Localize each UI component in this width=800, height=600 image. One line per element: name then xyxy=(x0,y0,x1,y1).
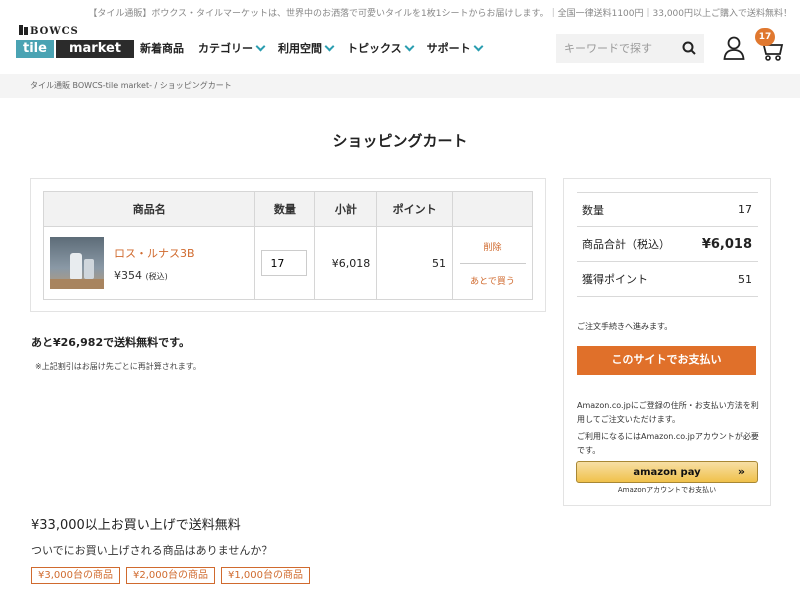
nav-item-label: 新着商品 xyxy=(140,42,184,55)
delete-link[interactable]: 削除 xyxy=(453,240,532,253)
chevron-down-icon xyxy=(473,41,484,51)
cart-panel: 商品名 数量 小計 ポイント ロス・ルナス3B ¥354 (税込) 17 ¥6,… xyxy=(30,178,546,312)
amazon-pay-label: amazon pay xyxy=(633,466,701,478)
summary-value: 17 xyxy=(738,203,752,216)
search-icon[interactable] xyxy=(682,41,696,55)
nav-item-space[interactable]: 利用空間 xyxy=(278,38,335,58)
amazon-pay-button[interactable]: amazon pay » xyxy=(576,461,758,483)
cart-count-badge: 17 xyxy=(755,28,775,46)
recalculation-note: ※上記割引はお届け先ごとに再計算されます。 xyxy=(35,362,201,371)
nav-item-topics[interactable]: トピックス xyxy=(347,38,415,58)
logo-mark-icon xyxy=(19,25,28,35)
column-header-quantity: 数量 xyxy=(254,191,316,227)
order-summary: 数量 17 商品合計（税込） ¥6,018 獲得ポイント 51 ご注文手続きへ進… xyxy=(563,178,771,506)
proceed-text: ご注文手続きへ進みます。 xyxy=(577,322,673,331)
action-divider xyxy=(459,262,526,264)
user-account-icon[interactable] xyxy=(723,36,745,60)
tag-1000[interactable]: ¥1,000台の商品 xyxy=(221,567,310,584)
nav-item-category[interactable]: カテゴリー xyxy=(198,38,266,58)
summary-value: 51 xyxy=(738,272,752,286)
main-nav: 新着商品 カテゴリー 利用空間 トピックス サポート xyxy=(140,38,496,58)
column-header-actions xyxy=(452,191,533,227)
page-title: ショッピングカート xyxy=(332,132,468,150)
site-logo[interactable]: BOWCS tile market xyxy=(14,20,134,58)
cart-table: 商品名 数量 小計 ポイント ロス・ルナス3B ¥354 (税込) 17 ¥6,… xyxy=(42,191,533,300)
quantity-cell xyxy=(254,226,316,300)
price-range-tags: ¥3,000台の商品 ¥2,000台の商品 ¥1,000台の商品 xyxy=(31,567,310,584)
summary-row-quantity: 数量 17 xyxy=(577,192,758,227)
amazon-pay-subtext: Amazonアカウントでお支払い xyxy=(617,486,717,494)
table-row: ロス・ルナス3B ¥354 (税込) ¥6,018 51 削除 あとで買う xyxy=(42,226,533,300)
product-price: ¥354 (税込) xyxy=(114,269,168,282)
nav-item-label: カテゴリー xyxy=(198,42,253,55)
checkout-button[interactable]: このサイトでお支払い xyxy=(577,346,756,375)
double-chevron-right-icon: » xyxy=(737,465,745,478)
search-input[interactable] xyxy=(564,42,674,55)
nav-item-support[interactable]: サポート xyxy=(426,38,484,58)
chevron-down-icon xyxy=(404,41,415,51)
logo-tile-text: tile xyxy=(16,40,54,58)
column-header-name: 商品名 xyxy=(42,191,256,227)
tax-note: (税込) xyxy=(145,271,168,281)
promo-title: ¥33,000以上お買い上げで送料無料 xyxy=(31,518,241,533)
product-cell: ロス・ルナス3B ¥354 (税込) xyxy=(42,226,256,300)
column-header-subtotal: 小計 xyxy=(314,191,378,227)
logo-market-text: market xyxy=(56,40,134,58)
points-cell: 51 xyxy=(376,226,454,300)
nav-item-label: サポート xyxy=(426,42,471,55)
save-for-later-link[interactable]: あとで買う xyxy=(453,274,532,287)
chevron-down-icon xyxy=(324,41,335,51)
nav-item-label: トピックス xyxy=(347,42,402,55)
actions-cell: 削除 あとで買う xyxy=(452,226,533,300)
summary-row-points: 獲得ポイント 51 xyxy=(577,262,758,297)
quantity-input[interactable] xyxy=(261,250,308,276)
nav-item-new[interactable]: 新着商品 xyxy=(140,38,184,58)
nav-item-label: 利用空間 xyxy=(278,42,322,55)
promo-question: ついでにお買い上げされる商品はありませんか？ xyxy=(31,544,273,557)
tag-2000[interactable]: ¥2,000台の商品 xyxy=(126,567,215,584)
announcement-bar: 【タイル通販】ボウクス・タイルマーケットは、世界中のお洒落で可愛いタイルを1枚1… xyxy=(88,8,792,19)
search-box xyxy=(556,34,704,63)
breadcrumb: タイル通販 BOWCS-tile market- / ショッピングカート xyxy=(0,74,800,98)
table-header-row: 商品名 数量 小計 ポイント xyxy=(42,191,533,227)
product-price-value: ¥354 xyxy=(114,268,142,282)
product-thumbnail[interactable] xyxy=(50,237,104,289)
free-shipping-remaining: あと¥26,982で送料無料です。 xyxy=(31,336,191,349)
amazon-pay-description: Amazon.co.jpにご登録の住所・お支払い方法を利用してご注文いただけます… xyxy=(577,401,759,424)
column-header-points: ポイント xyxy=(376,191,454,227)
tag-3000[interactable]: ¥3,000台の商品 xyxy=(31,567,120,584)
subtotal-cell: ¥6,018 xyxy=(314,226,378,300)
summary-label: 獲得ポイント xyxy=(582,273,648,286)
summary-label: 商品合計（税込） xyxy=(582,238,670,251)
product-name-link[interactable]: ロス・ルナス3B xyxy=(114,245,195,261)
logo-brand-text: BOWCS xyxy=(30,26,79,37)
summary-label: 数量 xyxy=(582,203,604,217)
summary-row-total: 商品合計（税込） ¥6,018 xyxy=(577,227,758,262)
amazon-account-note: ご利用になるにはAmazon.co.jpアカウントが必要です。 xyxy=(577,432,759,455)
chevron-down-icon xyxy=(255,41,266,51)
summary-value: ¥6,018 xyxy=(701,236,752,252)
